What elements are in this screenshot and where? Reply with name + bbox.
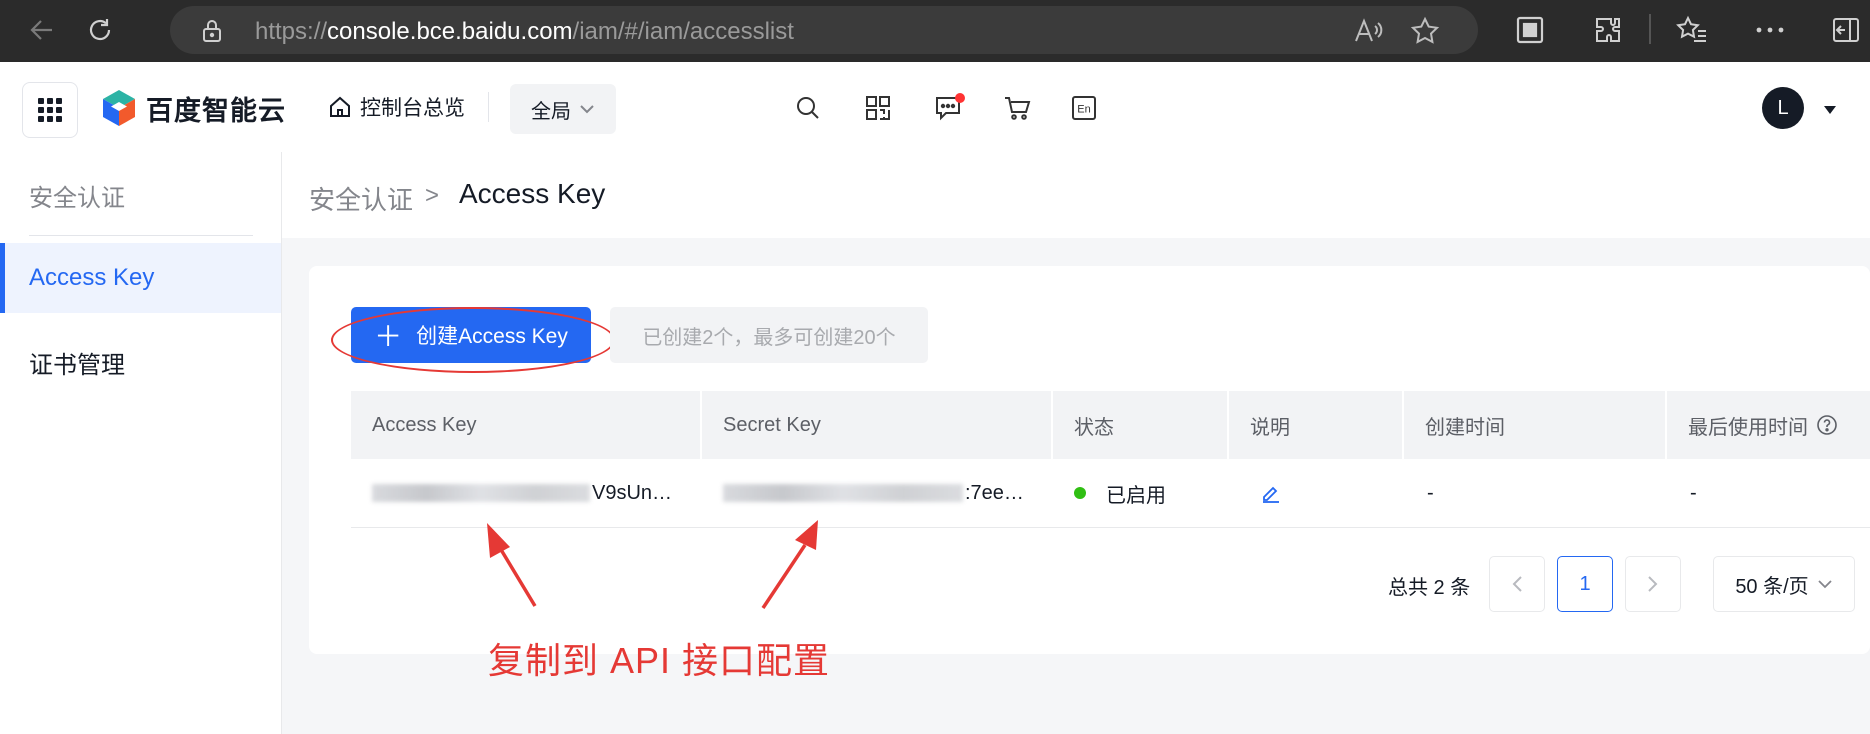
annotation-text: 复制到 API 接口配置 [488,640,831,681]
arrow-head-icon [795,520,818,550]
arrow-head-icon [487,523,510,558]
annotation-arrow-secret-key [761,544,807,609]
annotation-arrow-access-key [498,547,537,607]
annotation-arrows [487,520,818,609]
